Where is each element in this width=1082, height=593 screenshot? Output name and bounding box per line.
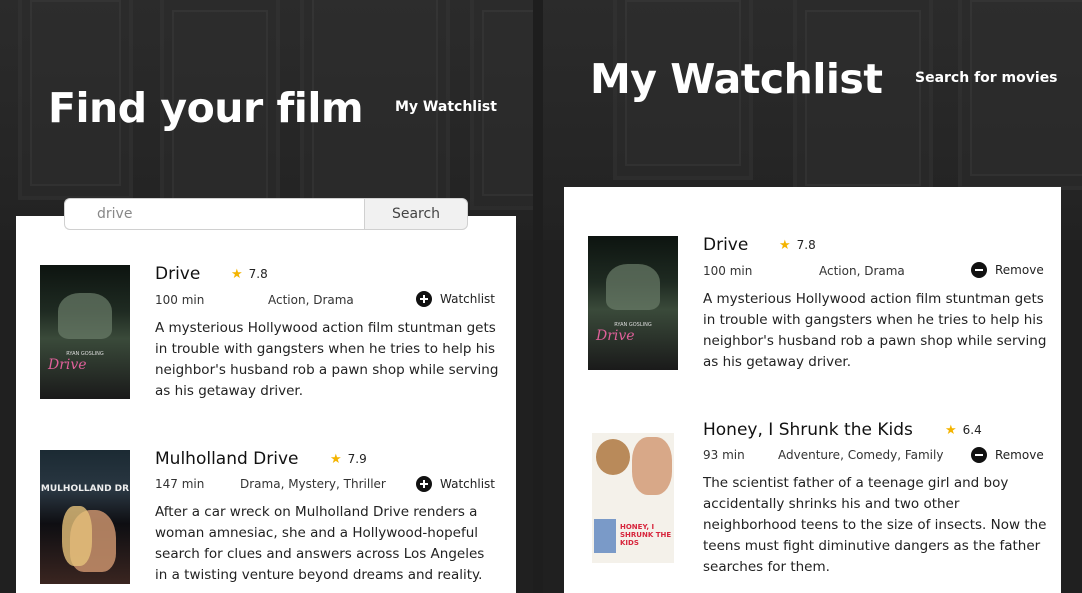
movie-poster[interactable]: HONEY, I SHRUNK THE KIDS: [592, 433, 674, 563]
search-input[interactable]: [64, 198, 364, 230]
rating-value: 7.9: [347, 452, 367, 466]
plus-circle-icon: [416, 476, 432, 492]
movie-runtime: 93 min: [703, 448, 745, 462]
movie-genres: Action, Drama: [268, 293, 354, 307]
movie-poster[interactable]: MULHOLLAND DR: [40, 450, 130, 584]
hero-poster-frame: [958, 0, 1082, 190]
movie-runtime: 100 min: [155, 293, 205, 307]
movie-description: A mysterious Hollywood action film stunt…: [155, 320, 499, 399]
movie-genres: Action, Drama: [819, 264, 905, 278]
action-label: Watchlist: [440, 292, 495, 306]
poster-title: MULHOLLAND DR: [40, 484, 130, 494]
poster-kids: [594, 519, 616, 553]
poster-face: [632, 437, 672, 495]
poster-title: Drive: [596, 328, 635, 344]
action-label: Remove: [995, 448, 1044, 462]
minus-circle-icon: [971, 447, 987, 463]
add-to-watchlist-button[interactable]: Watchlist: [416, 291, 495, 307]
poster-title: Drive: [48, 357, 87, 373]
page-title: Find your film: [48, 84, 364, 132]
poster-title: HONEY, I SHRUNK THE KIDS: [620, 523, 672, 547]
movie-rating: ★ 7.8: [779, 238, 816, 253]
movie-runtime: 147 min: [155, 477, 205, 491]
remove-button[interactable]: Remove: [971, 262, 1044, 278]
add-to-watchlist-button[interactable]: Watchlist: [416, 476, 495, 492]
poster-figure: [58, 293, 112, 339]
star-icon: ★: [945, 423, 957, 438]
movie-genres: Drama, Mystery, Thriller: [240, 477, 386, 491]
action-label: Remove: [995, 263, 1044, 277]
movie-genres: Adventure, Comedy, Family: [778, 448, 944, 462]
watchlist-screen: My Watchlist Search for movies RYAN GOSL…: [543, 0, 1082, 593]
my-watchlist-link[interactable]: My Watchlist: [395, 99, 497, 115]
movie-runtime: 100 min: [703, 264, 753, 278]
star-icon: ★: [330, 452, 342, 467]
page-title: My Watchlist: [590, 55, 883, 103]
movie-title[interactable]: Drive: [703, 235, 748, 255]
minus-circle-icon: [971, 262, 987, 278]
poster-dog: [596, 439, 630, 475]
movie-poster[interactable]: RYAN GOSLING Drive: [588, 236, 678, 370]
results-panel: RYAN GOSLING Drive Drive ★ 7.8 100 min Ac…: [16, 216, 516, 593]
movie-rating: ★ 6.4: [945, 423, 982, 438]
watchlist-panel: RYAN GOSLING Drive Drive ★ 7.8 100 min Ac…: [564, 187, 1061, 593]
search-button[interactable]: Search: [364, 198, 468, 230]
movie-title[interactable]: Mulholland Drive: [155, 449, 299, 469]
rating-value: 6.4: [962, 423, 982, 437]
poster-figure: [606, 264, 660, 310]
movie-description: After a car wreck on Mulholland Drive re…: [155, 504, 485, 583]
movie-title[interactable]: Drive: [155, 264, 200, 284]
star-icon: ★: [231, 267, 243, 282]
action-label: Watchlist: [440, 477, 495, 491]
movie-description: The scientist father of a teenage girl a…: [703, 475, 1047, 575]
search-screen: Find your film My Watchlist Search RYAN …: [0, 0, 533, 593]
movie-title[interactable]: Honey, I Shrunk the Kids: [703, 420, 913, 440]
poster-hair: [62, 506, 92, 566]
search-bar: Search: [64, 198, 468, 230]
plus-circle-icon: [416, 291, 432, 307]
star-icon: ★: [779, 238, 791, 253]
movie-poster[interactable]: RYAN GOSLING Drive: [40, 265, 130, 399]
search-for-movies-link[interactable]: Search for movies: [915, 70, 1058, 86]
movie-rating: ★ 7.9: [330, 452, 367, 467]
movie-description: A mysterious Hollywood action film stunt…: [703, 291, 1047, 370]
remove-button[interactable]: Remove: [971, 447, 1044, 463]
movie-rating: ★ 7.8: [231, 267, 268, 282]
rating-value: 7.8: [796, 238, 816, 252]
rating-value: 7.8: [248, 267, 268, 281]
